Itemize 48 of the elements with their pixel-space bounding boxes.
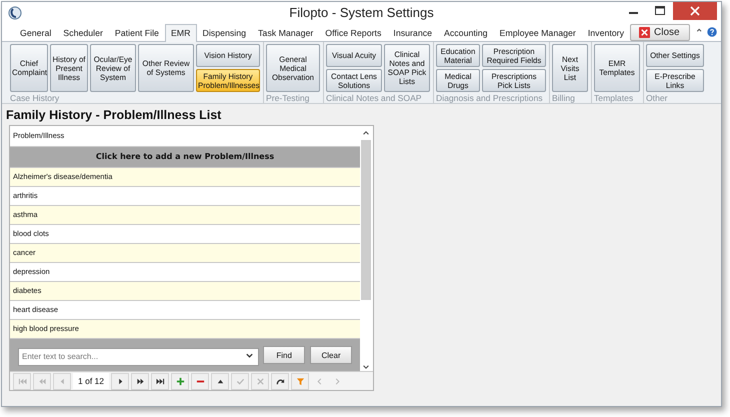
last-page-icon [156, 376, 164, 386]
group-label: Pre-Testing [266, 93, 310, 103]
page-indicator: 1 of 12 [73, 373, 109, 389]
refresh-button[interactable] [271, 372, 289, 390]
group-label: Diagnosis and Prescriptions [436, 93, 544, 103]
filter-icon [296, 376, 304, 386]
tab[interactable]: Dispensing [196, 24, 252, 41]
group-label: Templates [594, 93, 634, 103]
window-title: Filopto - System Settings [289, 5, 434, 20]
tab[interactable]: Insurance [387, 24, 438, 41]
group-label: Other [646, 93, 668, 103]
tab[interactable]: Task Manager [252, 24, 320, 41]
chevron-left-icon [314, 376, 324, 386]
last-button[interactable] [151, 372, 169, 390]
scroll-down-icon[interactable] [362, 363, 370, 371]
up-button[interactable] [211, 372, 229, 390]
remove-button[interactable] [191, 372, 209, 390]
tab[interactable]: General [14, 24, 58, 41]
close-button[interactable]: Close [630, 24, 690, 40]
clear-button[interactable]: Clear [310, 346, 352, 364]
tab[interactable]: Accounting [438, 24, 494, 41]
first-page-icon [18, 376, 26, 386]
dropdown-icon[interactable] [245, 351, 254, 360]
close-icon [639, 26, 650, 38]
redo-icon [276, 376, 284, 386]
tab[interactable]: Employee Manager [494, 24, 582, 41]
next-button[interactable] [111, 372, 129, 390]
close-icon[interactable] [673, 2, 717, 20]
fast-forward-icon [136, 376, 144, 386]
app-logo-icon [8, 6, 22, 20]
find-button[interactable]: Find [263, 346, 306, 364]
group-label: Billing [552, 93, 576, 103]
group-label: Clinical Notes and SOAP [326, 93, 423, 103]
tab[interactable]: EMR [164, 24, 196, 42]
rewind-icon [38, 376, 46, 386]
plus-icon [176, 376, 184, 386]
search-field[interactable]: Enter text to search... [18, 348, 260, 366]
add-row-button[interactable]: Click here to add a new Problem/Illness [10, 147, 360, 167]
tab[interactable]: Patient File [108, 24, 165, 41]
tab[interactable]: Office Reports [319, 24, 388, 41]
check-icon [236, 376, 244, 386]
group-label: Case History [10, 93, 60, 103]
cancel-icon [256, 376, 264, 386]
page-heading: Family History - Problem/Illness List [5, 107, 222, 124]
tab[interactable]: Scheduler [57, 24, 109, 41]
next-page-button[interactable] [131, 372, 149, 390]
scroll-up-icon[interactable] [362, 129, 370, 137]
tab[interactable]: Inventory [582, 24, 630, 41]
